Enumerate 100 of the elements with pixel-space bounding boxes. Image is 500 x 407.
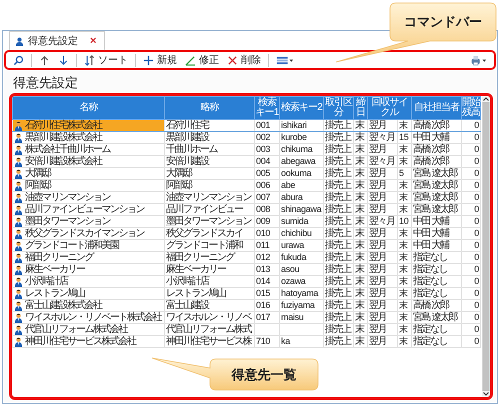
cycle-day-cell: 末 [398,252,412,264]
customer-row[interactable]: 安倍川建設株式会社 安倍川建設 004 abegawa 掛売上 末 翌々月 末 高橋 次郎 0 [12,156,480,168]
edit-button[interactable]: 修正 [181,52,223,68]
search-key-cell: 015 [254,288,280,300]
column-header[interactable]: 自社担当者 [412,96,462,120]
column-header[interactable]: 開始残高 [462,96,480,120]
closing-day-cell: 末 [354,240,368,252]
cycle-day-cell: 末 [398,264,412,276]
search-key-cell: 005 [254,168,280,180]
search-key-cell: sumida [280,216,324,228]
scrollbar[interactable] [482,96,490,397]
staff-cell: 指定なし [412,288,462,300]
closing-day-cell: 末 [354,192,368,204]
scroll-up-icon [482,96,490,102]
customer-row[interactable]: 福田クリーニング 福田クリーニング 012 fukuda 掛売上 末 翌月 末 指定なし 0 [12,252,480,264]
cycle-month-cell: 翌々月 [368,156,398,168]
closing-day-cell: 末 [354,288,368,300]
search-key-cell: ishikari [280,120,324,132]
cycle-day-cell: 5 [398,168,412,180]
trade-type-cell: 掛売上 [324,276,354,288]
search-key-cell: 008 [254,204,280,216]
customer-row[interactable]: 阿部邸 阿部邸 006 abe 掛売上 末 翌月 末 宮島 遼太郎 0 [12,180,480,192]
staff-cell: 高橋 次郎 [412,144,462,156]
customer-row[interactable]: 代官山リフォーム株式会社 代官山リフォーム株式 掛売上 末 翌月 末 指定なし 0 [12,324,480,336]
search-key-cell: 017 [254,312,280,324]
column-header[interactable]: 取引区分 [324,96,354,120]
short-name-cell: 代官山リフォーム株式 [164,324,254,336]
short-name-cell: 神田川住宅サービス株 [164,336,254,348]
balance-cell: 0 [462,336,480,348]
staff-cell: 高橋 次郎 [412,120,462,132]
column-header[interactable]: 検索キー2 [280,96,324,120]
person-icon [14,240,23,250]
trade-type-cell: 掛売上 [324,156,354,168]
customer-row[interactable]: グランドコート浦和美園 グランドコート浦和 011 urawa 掛売上 末 翌月 末 中田 大輔 0 [12,240,480,252]
customer-row[interactable]: 大隅邸 大隅邸 005 ookuma 掛売上 末 翌月 5 宮島 遼太郎 0 [12,168,480,180]
closing-day-cell: 末 [354,264,368,276]
staff-cell: 中田 大輔 [412,228,462,240]
staff-cell: 指定なし [412,276,462,288]
cycle-day-cell: 10 [398,216,412,228]
trade-type-cell: 掛売上 [324,204,354,216]
customer-row[interactable]: 株式会社千曲川ホーム 千曲川ホーム 003 chikuma 掛売上 末 翌月 末 高橋 次郎 0 [12,144,480,156]
customer-row[interactable]: 小沢時計店 小沢時計店 014 ozawa 掛売上 末 翌月 末 指定なし 0 [12,276,480,288]
scrollbar-thumb[interactable] [483,102,489,391]
column-header[interactable]: 締日 [354,96,368,120]
column-header[interactable]: 検索キー1 [254,96,280,120]
customer-row[interactable]: 神田川住宅サービス株式会社 神田川住宅サービス株 710 ka 掛売上 末 翌月 末 指定なし 0 [12,336,480,348]
short-name-cell: グランドコート浦和 [164,240,254,252]
customer-row[interactable]: 麻生ベーカリー 麻生ベーカリー 013 asou 掛売上 末 翌月 末 指定なし 0 [12,264,480,276]
balance-cell: 0 [462,312,480,324]
trade-type-cell: 掛売上 [324,288,354,300]
close-button[interactable]: × [90,35,96,47]
name-cell: 大隅邸 [12,168,164,180]
customer-row[interactable]: 黒部川建設株式会社 黒部川建設 002 kurobe 掛売上 末 翌々月 15 中田 大輔 0 [12,132,480,144]
balance-cell: 0 [462,144,480,156]
trade-type-cell: 掛売上 [324,192,354,204]
person-icon [14,144,23,154]
staff-cell: 指定なし [412,324,462,336]
column-header[interactable]: 略称 [164,96,254,120]
short-name-cell: 安倍川建設 [164,156,254,168]
name-cell: 黒部川建設株式会社 [12,132,164,144]
customer-row[interactable]: 品川ファインビューマンション 品川ファインビュー 008 shinagawa 掛売上 末 翌月 末 宮島 遼太郎 0 [12,204,480,216]
staff-cell: 宮島 遼太郎 [412,180,462,192]
document-tab[interactable]: 得意先設定 × [9,31,106,50]
name-cell: 秩父グランドスカイマンション [12,228,164,240]
closing-day-cell: 末 [354,216,368,228]
staff-cell: 指定なし [412,264,462,276]
short-name-cell: 富士山建設 [164,300,254,312]
customer-row[interactable]: 秩父グランドスカイマンション 秩父グランドスカイ 010 chichibu 掛売上 末 翌月 末 中田 大輔 0 [12,228,480,240]
column-header[interactable]: 名称 [12,96,164,120]
short-name-cell: 品川ファインビュー [164,204,254,216]
closing-day-cell: 末 [354,132,368,144]
search-key-cell: 012 [254,252,280,264]
customer-row[interactable]: 墨田タワーマンション 墨田タワーマンション 009 sumida 掛売上 末 翌々月 10 中田 大輔 0 [12,216,480,228]
staff-cell: 宮島 遼太郎 [412,204,462,216]
callout-label: コマンドバー [403,13,483,31]
short-name-cell: 麻生ベーカリー [164,264,254,276]
trade-type-cell: 掛売上 [324,300,354,312]
person-icon [14,192,23,202]
sort-button[interactable]: ソート [80,52,132,68]
new-button[interactable]: 新規 [139,52,181,68]
trade-type-cell: 掛売上 [324,240,354,252]
customer-row[interactable]: 油壺マリンマンション 油壺マリンマンション 007 abura 掛売上 末 翌月 末 宮島 遼太郎 0 [12,192,480,204]
customer-row[interactable]: 富士山建設株式会社 富士山建設 016 fuziyama 掛売上 末 翌月 末 高橋 次郎 0 [12,300,480,312]
customer-row[interactable]: 石狩川住宅株式会社 石狩川住宅 001 ishikari 掛売上 末 翌月 末 高橋 次郎 0 [12,120,480,132]
cycle-month-cell: 翌月 [368,300,398,312]
short-name-cell: 大隅邸 [164,168,254,180]
cycle-month-cell: 翌月 [368,168,398,180]
cycle-month-cell: 翌月 [368,324,398,336]
person-icon [14,288,23,298]
short-name-cell: 秩父グランドスカイ [164,228,254,240]
customer-row[interactable]: ワイスホルン・リノベート株式会社 ワイスホルン・リノベ 017 maisu 掛売上 末 翌月 末 宮島 遼太郎 0 [12,312,480,324]
person-icon [14,204,23,214]
customer-row[interactable]: レストラン鳩山 レストラン鳩山 015 hatoyama 掛売上 末 翌月 末 指定なし 0 [12,288,480,300]
delete-button[interactable]: 削除 [223,52,265,68]
search-key-cell: asou [280,264,324,276]
cycle-month-cell: 翌月 [368,264,398,276]
short-name-cell: レストラン鳩山 [164,288,254,300]
column-header[interactable]: 回収サイクル [368,96,412,120]
name-cell: ワイスホルン・リノベート株式会社 [12,312,164,324]
short-name-cell: 阿部邸 [164,180,254,192]
